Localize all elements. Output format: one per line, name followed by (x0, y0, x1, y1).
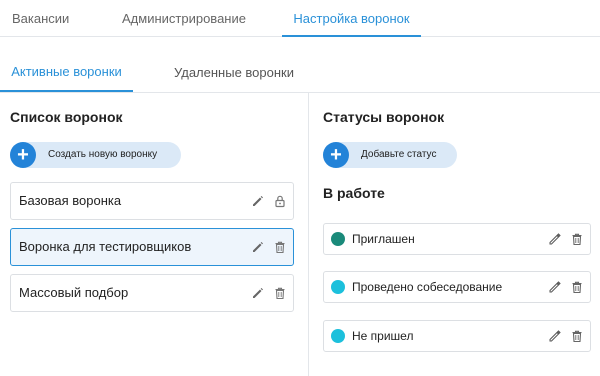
tab-active-funnels[interactable]: Активные воронки (0, 37, 133, 92)
pencil-icon[interactable] (548, 232, 562, 246)
add-status-label: Добавьте статус (361, 149, 437, 160)
tab-administration[interactable]: Администрирование (122, 0, 246, 37)
panel-divider (308, 93, 309, 376)
create-funnel-button[interactable]: + Создать новую воронку (10, 142, 181, 168)
tab-vacancies[interactable]: Вакансии (12, 0, 69, 37)
create-funnel-label: Создать новую воронку (48, 149, 158, 160)
funnel-item[interactable]: Воронка для тестировщиков (10, 228, 294, 266)
status-name: Не пришел (352, 329, 414, 343)
funnel-item[interactable]: Массовый подбор (10, 274, 294, 312)
funnels-list-title: Список воронок (10, 109, 123, 125)
plus-icon: + (10, 142, 36, 168)
plus-icon: + (323, 142, 349, 168)
pencil-icon[interactable] (548, 280, 562, 294)
pencil-icon[interactable] (251, 286, 265, 300)
pencil-icon[interactable] (251, 194, 265, 208)
top-tab-bar: Вакансии Администрирование Настройка вор… (0, 0, 600, 37)
status-item[interactable]: Проведено собеседование (323, 271, 591, 303)
funnel-item[interactable]: Базовая воронка (10, 182, 294, 220)
pencil-icon[interactable] (548, 329, 562, 343)
statuses-title: Статусы воронок (323, 109, 445, 125)
sub-tab-bar: Активные воронки Удаленные воронки (0, 37, 600, 93)
trash-icon[interactable] (273, 240, 287, 254)
trash-icon[interactable] (570, 232, 584, 246)
status-color-dot (331, 280, 345, 294)
add-status-button[interactable]: + Добавьте статус (323, 142, 457, 168)
tab-funnel-settings[interactable]: Настройка воронок (282, 0, 421, 37)
funnel-name: Базовая воронка (19, 193, 122, 208)
status-color-dot (331, 232, 345, 246)
status-color-dot (331, 329, 345, 343)
lock-icon[interactable] (273, 194, 287, 208)
funnel-name: Воронка для тестировщиков (19, 239, 192, 254)
trash-icon[interactable] (570, 329, 584, 343)
trash-icon[interactable] (273, 286, 287, 300)
tab-deleted-funnels[interactable]: Удаленные воронки (174, 37, 294, 92)
status-name: Приглашен (352, 232, 415, 246)
status-group-title: В работе (323, 185, 385, 201)
pencil-icon[interactable] (251, 240, 265, 254)
trash-icon[interactable] (570, 280, 584, 294)
status-item[interactable]: Не пришел (323, 320, 591, 352)
status-item[interactable]: Приглашен (323, 223, 591, 255)
funnel-name: Массовый подбор (19, 285, 129, 300)
status-name: Проведено собеседование (352, 280, 503, 294)
